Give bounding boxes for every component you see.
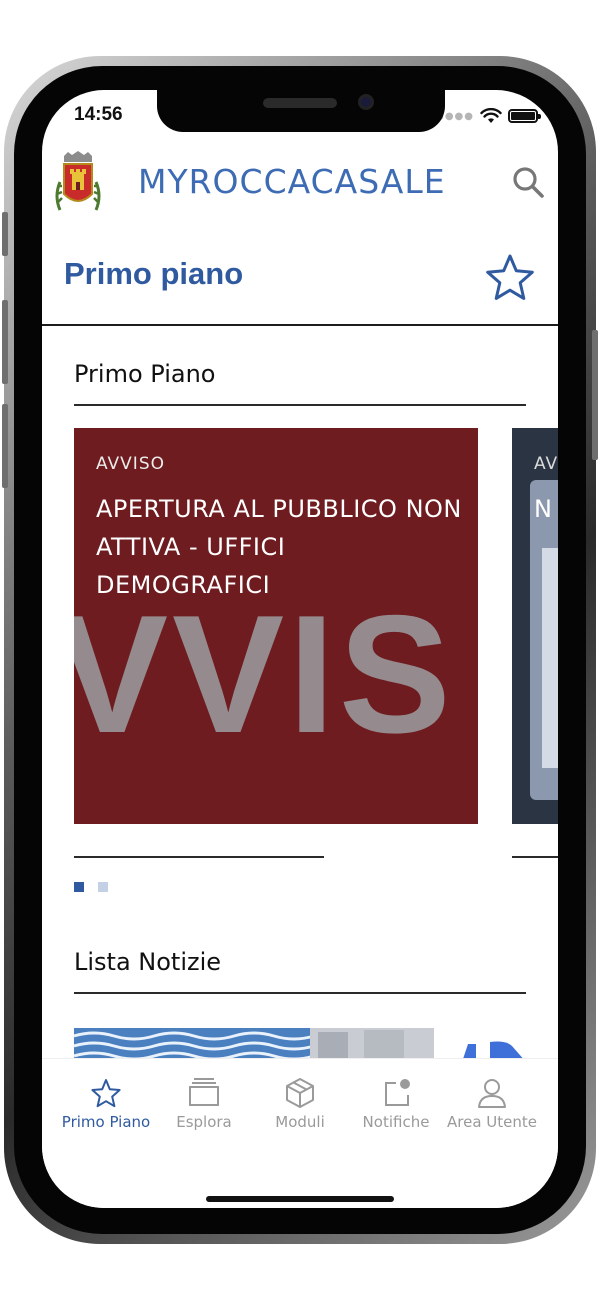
phone-screen: 14:56 ●●●● MYROCCACASALE Primo piano Pri… xyxy=(42,90,558,1208)
section-divider xyxy=(74,404,526,406)
search-icon[interactable] xyxy=(510,164,546,200)
featured-card-next[interactable]: AV N sc xyxy=(512,428,558,824)
tab-area-utente[interactable]: Area Utente xyxy=(442,1077,542,1131)
wifi-icon xyxy=(480,108,502,123)
tab-label: Primo Piano xyxy=(61,1113,151,1131)
side-button-volume-up xyxy=(2,300,8,384)
side-button-volume-down xyxy=(2,404,8,488)
card-divider xyxy=(74,856,324,858)
star-icon xyxy=(91,1079,121,1108)
card-category: AV xyxy=(534,454,558,474)
app-header: MYROCCACASALE xyxy=(42,144,558,234)
bottom-tab-bar: Primo Piano Esplora Moduli Notifiche Are… xyxy=(42,1058,558,1208)
cube-icon xyxy=(286,1078,314,1108)
side-button-power xyxy=(592,330,598,460)
stack-icon xyxy=(189,1078,219,1106)
notch xyxy=(157,90,445,132)
star-outline-icon[interactable] xyxy=(484,252,536,304)
section-divider xyxy=(74,992,526,994)
tab-notifiche[interactable]: Notifiche xyxy=(346,1077,446,1131)
card-title: APERTURA AL PUBBLICO NON ATTIVA - UFFICI… xyxy=(96,495,462,599)
tab-esplora[interactable]: Esplora xyxy=(154,1077,254,1131)
carousel-pagination[interactable] xyxy=(74,882,108,892)
tab-label: Notifiche xyxy=(362,1113,430,1131)
home-indicator[interactable] xyxy=(206,1196,394,1202)
tab-label: Moduli xyxy=(275,1113,325,1131)
card-category: AVVISO xyxy=(96,454,165,474)
status-indicators: ●●●● xyxy=(435,108,541,124)
page-title: Primo piano xyxy=(64,256,244,291)
pagination-dot-active[interactable] xyxy=(74,882,84,892)
news-item-image[interactable] xyxy=(74,1028,434,1058)
featured-section-title: Primo Piano xyxy=(74,360,216,388)
pagination-dot[interactable] xyxy=(98,882,108,892)
front-camera xyxy=(358,94,374,110)
tab-moduli[interactable]: Moduli xyxy=(250,1077,350,1131)
notification-icon xyxy=(385,1079,410,1106)
featured-card[interactable]: VVIS AVVISO APERTURA AL PUBBLICO NON ATT… xyxy=(74,428,478,824)
card-image-detail xyxy=(542,548,558,768)
page-title-bar: Primo piano xyxy=(42,234,558,326)
battery-icon xyxy=(508,109,541,123)
speaker-grille xyxy=(263,98,337,108)
municipal-crest-icon[interactable] xyxy=(52,150,104,216)
news-section-title: Lista Notizie xyxy=(74,948,222,976)
card-title: N sc xyxy=(534,495,558,523)
side-button-mute xyxy=(2,212,8,256)
user-icon xyxy=(478,1079,506,1108)
app-brand-logo: MYROCCACASALE xyxy=(138,162,446,201)
status-time: 14:56 xyxy=(74,104,123,125)
tab-label: Area Utente xyxy=(447,1113,537,1131)
tab-label: Esplora xyxy=(176,1113,232,1131)
card-background-lettering: VVIS xyxy=(74,580,455,768)
tab-primo-piano[interactable]: Primo Piano xyxy=(56,1077,156,1131)
card-divider xyxy=(512,856,558,858)
